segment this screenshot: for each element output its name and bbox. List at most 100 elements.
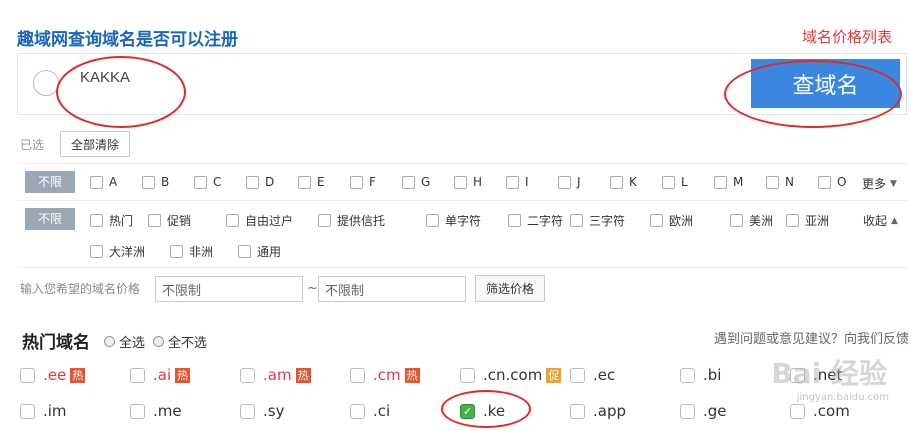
radio-icon (104, 336, 115, 347)
domain-name: .app (593, 402, 627, 420)
domain-option[interactable]: .cn.com 促 (460, 366, 562, 384)
price-range-tilde: ~ (307, 281, 318, 296)
checkbox-icon (714, 175, 727, 189)
domain-option[interactable]: .ge (680, 402, 727, 420)
domain-option[interactable]: .com (790, 402, 850, 420)
domain-name: .ge (703, 402, 727, 420)
domain-option[interactable]: .am 热 (240, 366, 311, 384)
checkbox-icon (170, 245, 183, 258)
letter-filter-h[interactable]: H (454, 175, 482, 189)
domain-name: .am (263, 366, 292, 384)
collapse-label: 收起 (863, 214, 888, 228)
domain-option[interactable]: .bi (680, 366, 721, 384)
letter-filter-label: C (213, 175, 222, 189)
category-filter-item[interactable]: 大洋洲 (90, 243, 145, 260)
domain-option[interactable]: .app (570, 402, 626, 420)
category-filter-item[interactable]: 美洲 (730, 212, 773, 229)
domain-badge: 热 (175, 367, 191, 383)
domain-option[interactable]: .cm 热 (350, 366, 420, 384)
letter-filter-label: B (161, 175, 170, 189)
letter-filter-b[interactable]: B (142, 175, 169, 189)
category-filter-item[interactable]: 二字符 (508, 212, 563, 229)
selected-label: 已选 (20, 138, 45, 152)
price-list-link[interactable]: 域名价格列表 (802, 26, 892, 47)
letter-filter-n[interactable]: N (766, 175, 794, 189)
checkbox-icon (246, 175, 259, 189)
letter-filter-k[interactable]: K (610, 175, 637, 189)
checkbox-icon (194, 175, 207, 189)
divider (17, 200, 907, 201)
domain-option[interactable]: .me (130, 402, 182, 420)
checkbox-icon (148, 214, 161, 227)
category-filter-item[interactable]: 自由过户 (226, 212, 293, 229)
feedback-link[interactable]: 遇到问题或意见建议？向我们反馈 (714, 328, 909, 347)
category-filter-item[interactable]: 三字符 (570, 212, 625, 229)
domain-option[interactable]: ✓ .ke (460, 402, 505, 420)
category-filter-item[interactable]: 促销 (148, 212, 191, 229)
category-filter-item[interactable]: 欧洲 (650, 212, 693, 229)
domain-name: .ci (373, 402, 391, 420)
price-max-input[interactable] (318, 276, 466, 302)
letter-filter-m[interactable]: M (714, 175, 743, 189)
caret-down-icon: ▼ (890, 178, 897, 189)
letter-filter-o[interactable]: O (818, 175, 846, 189)
checkbox-icon (766, 175, 779, 189)
domain-name: .com (813, 402, 850, 420)
checkbox-icon (570, 403, 585, 419)
domain-badge: 热 (404, 367, 420, 383)
collapse-toggle[interactable]: 收起 ▲ (863, 212, 898, 229)
domain-option[interactable]: .im (20, 402, 67, 420)
divider (17, 163, 907, 164)
category-filter-item[interactable]: 提供信托 (318, 212, 385, 229)
letter-filter-c[interactable]: C (194, 175, 221, 189)
domain-option[interactable]: .ci (350, 402, 390, 420)
category-filter-item[interactable]: 通用 (238, 243, 281, 260)
category-filter-item[interactable]: 非洲 (170, 243, 213, 260)
category-filter-item[interactable]: 亚洲 (786, 212, 829, 229)
letter-filter-e[interactable]: E (298, 175, 325, 189)
category-filter-item[interactable]: 单字符 (426, 212, 481, 229)
category-filter-label: 大洋洲 (109, 245, 146, 259)
more-toggle[interactable]: 更多 ▼ (862, 175, 897, 192)
category-filter-label: 二字符 (527, 214, 564, 228)
letter-filter-label: F (369, 175, 376, 189)
checkbox-icon (130, 367, 145, 383)
checkbox-icon (786, 214, 799, 227)
search-domain-button[interactable]: 查域名 (751, 59, 900, 108)
checkbox-icon (570, 214, 583, 227)
domain-option[interactable]: .sy (240, 402, 284, 420)
select-all-radio[interactable]: 全选 (104, 332, 145, 351)
letter-filter-i[interactable]: I (506, 175, 529, 189)
clear-all-button[interactable]: 全部清除 (60, 131, 131, 157)
checkbox-icon (454, 175, 467, 189)
category-filter-label: 亚洲 (805, 214, 830, 228)
letter-filter-j[interactable]: J (558, 175, 581, 189)
letters-any-tag[interactable]: 不限 (25, 171, 75, 193)
domain-name: .me (153, 402, 182, 420)
domain-option[interactable]: .ai 热 (130, 366, 191, 384)
checkbox-icon (298, 175, 311, 189)
letter-filter-label: N (785, 175, 794, 189)
category-filter-label: 自由过户 (245, 214, 294, 228)
category-filter-item[interactable]: 热门 (90, 212, 133, 229)
letter-filter-f[interactable]: F (350, 175, 376, 189)
checkbox-icon (558, 175, 571, 189)
checkbox-icon (226, 214, 239, 227)
categories-any-tag[interactable]: 不限 (25, 208, 75, 230)
filter-price-button[interactable]: 筛选价格 (475, 275, 546, 302)
domain-option[interactable]: .ee 热 (20, 366, 86, 384)
checkbox-icon (460, 367, 475, 383)
domain-name: .bi (703, 366, 722, 384)
domain-search-input[interactable] (80, 64, 580, 90)
domain-name: .ee (43, 366, 67, 384)
domain-name: .ke (483, 402, 506, 420)
letter-filter-d[interactable]: D (246, 175, 274, 189)
caret-up-icon: ▲ (891, 215, 898, 226)
checkbox-checked-icon: ✓ (460, 403, 475, 419)
letter-filter-l[interactable]: L (662, 175, 688, 189)
select-none-radio[interactable]: 全不选 (153, 332, 207, 351)
domain-option[interactable]: .ec (570, 366, 615, 384)
letter-filter-g[interactable]: G (402, 175, 430, 189)
price-min-input[interactable] (155, 276, 303, 302)
letter-filter-a[interactable]: A (90, 175, 117, 189)
